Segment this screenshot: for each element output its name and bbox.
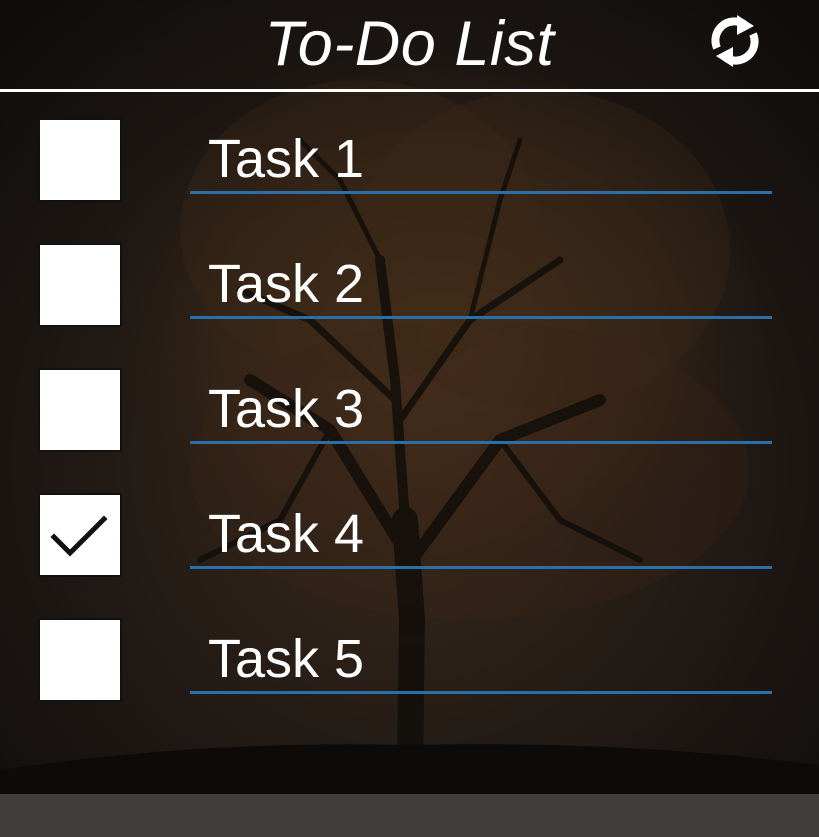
task-checkbox[interactable] (38, 618, 122, 702)
task-label: Task 1 (208, 129, 365, 189)
task-input[interactable]: Task 5 (190, 622, 772, 694)
page-title: To-Do List (264, 9, 555, 79)
checkmark-icon (50, 515, 108, 557)
task-input-underline (190, 691, 772, 694)
task-input[interactable]: Task 3 (190, 372, 772, 444)
task-checkbox-checked[interactable] (38, 493, 122, 577)
task-label: Task 3 (208, 379, 365, 439)
task-input-underline (190, 316, 772, 319)
task-row: Task 3 (0, 368, 819, 478)
task-label: Task 4 (208, 504, 365, 564)
task-row: Task 2 (0, 243, 819, 353)
header-divider (0, 89, 819, 92)
task-input[interactable]: Task 1 (190, 122, 772, 194)
task-input-underline (190, 191, 772, 194)
task-input[interactable]: Task 2 (190, 247, 772, 319)
task-input-underline (190, 566, 772, 569)
task-row: Task 1 (0, 118, 819, 228)
task-input[interactable]: Task 4 (190, 497, 772, 569)
task-checkbox[interactable] (38, 243, 122, 327)
task-label: Task 2 (208, 254, 365, 314)
task-checkbox[interactable] (38, 368, 122, 452)
task-label: Task 5 (208, 629, 365, 689)
footer-bar (0, 794, 819, 837)
task-row: Task 4 (0, 493, 819, 603)
task-row: Task 5 (0, 618, 819, 728)
task-checkbox[interactable] (38, 118, 122, 202)
refresh-icon[interactable] (704, 10, 766, 72)
todo-app: To-Do List Task 1 Task 2 Task 3 Task 4 T… (0, 0, 819, 837)
app-header: To-Do List (0, 0, 819, 89)
task-input-underline (190, 441, 772, 444)
